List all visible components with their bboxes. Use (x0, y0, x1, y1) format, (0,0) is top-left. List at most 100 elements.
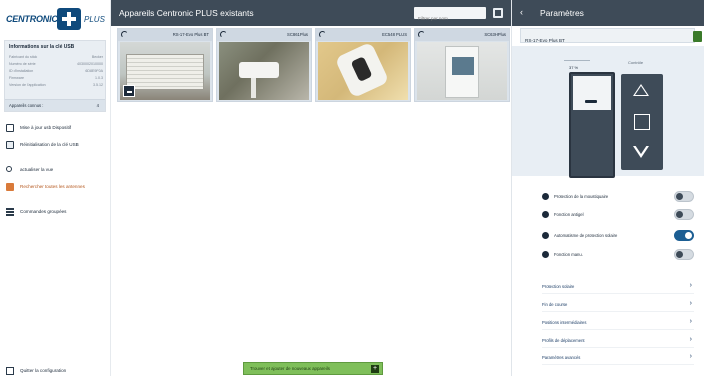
menu-quit-configuration[interactable]: Quitter la configuration (6, 365, 108, 376)
device-card-header: EC548 PLUS (316, 29, 410, 41)
find-and-add-devices-button[interactable]: Trouver et ajouter de nouveaux appareils… (243, 362, 383, 375)
device-image (318, 42, 408, 100)
menu-label: Mise à jour usb Dispositif (20, 125, 72, 130)
device-image (219, 42, 309, 100)
settings-link-end-position[interactable]: Fin de course › (542, 298, 694, 312)
level-indicator-line (564, 60, 590, 61)
shutter-position-slider[interactable] (569, 72, 615, 178)
usb-row-key: ID d'installation (9, 69, 34, 73)
toggle-label: Fonction manu. (554, 252, 583, 257)
device-name: RS-17-Evo Plus BT (172, 32, 209, 37)
search-icon (6, 166, 12, 172)
sensor-icon (418, 31, 425, 38)
toggle-label: Fonction antigel (554, 212, 584, 217)
settings-link-advanced[interactable]: Paramètres avancés › (542, 351, 694, 365)
menu-label: Réinitialisation de la clé USB (20, 142, 79, 147)
usb-row-value: 6D8E9F0A (85, 69, 103, 73)
chevron-right-icon: › (689, 318, 692, 325)
chevron-right-icon: › (689, 353, 692, 360)
usb-row-value: Becker (91, 55, 103, 59)
usb-info-title: Informations sur la clé USB (9, 44, 75, 50)
known-devices-label: Appareils connus : (9, 103, 44, 108)
shutter-control-zone: 37 % Contrôle (512, 46, 704, 178)
toggle-row: Fonction antigel (542, 209, 694, 221)
shutter-drag-handle[interactable] (585, 100, 597, 103)
panel-illustration (445, 46, 479, 98)
settings-link-sun-protection[interactable]: Protection solaire › (542, 280, 694, 294)
settings-link-travel-profiles[interactable]: Profils de déplacement › (542, 334, 694, 348)
remove-device-button[interactable] (123, 85, 135, 97)
toggle-knob (676, 211, 683, 218)
usb-row-value: 4030002010000 (77, 62, 103, 66)
menu-update-device[interactable]: Mise à jour usb Dispositif (6, 122, 108, 136)
sidebar: CENTRONIC PLUS Informations sur la clé U… (0, 0, 111, 376)
shutter-stop-button[interactable] (634, 114, 650, 130)
antifreeze-toggle[interactable] (674, 209, 694, 220)
settings-title: Paramètres (540, 8, 584, 18)
back-arrow-icon[interactable]: ‹ (520, 7, 523, 17)
sun-icon (542, 232, 549, 239)
device-card-header: RS-17-Evo Plus BT (118, 29, 212, 41)
usb-row: Version de l'application 3.5.12 (9, 83, 103, 89)
settings-panel: ‹ Paramètres 37 % Contrôle Protection de… (511, 0, 704, 376)
hand-icon (542, 251, 549, 258)
insect-protection-toggle[interactable] (674, 191, 694, 202)
menu-label: Rechercher toutes les antennes (20, 184, 85, 189)
shutter-control-pad (621, 74, 663, 170)
menu-group-commands[interactable]: Commandes groupées (6, 206, 108, 220)
logo-suffix: PLUS (84, 15, 105, 24)
snowflake-icon (542, 211, 549, 218)
centronic-plus-logo: CENTRONIC PLUS (6, 8, 106, 32)
monitor-icon (6, 124, 14, 132)
chevron-right-icon: › (689, 336, 692, 343)
usb-row-key: Version de l'application (9, 83, 46, 87)
menu-label: actualiser la vue (20, 167, 54, 172)
menu-label: Commandes groupées (20, 209, 67, 214)
usb-row: Firmware 1.0.3 (9, 76, 103, 82)
manual-function-toggle[interactable] (674, 249, 694, 260)
confirm-name-button[interactable] (693, 31, 702, 42)
device-card[interactable]: SC63HPlus (414, 28, 510, 102)
chevron-right-icon: › (689, 282, 692, 289)
usb-row: ID d'installation 6D8E9F0A (9, 69, 103, 75)
toggle-knob (685, 232, 692, 239)
device-card[interactable]: SC861Plus (216, 28, 312, 102)
grid-view-button[interactable] (493, 8, 503, 18)
usb-info-panel: Informations sur la clé USB Fabricant du… (4, 40, 106, 112)
devices-header: Appareils Centronic PLUS existants (111, 0, 511, 26)
settings-link-label: Profils de déplacement (542, 338, 585, 343)
device-card[interactable]: EC548 PLUS (315, 28, 411, 102)
device-card[interactable]: RS-17-Evo Plus BT (117, 28, 213, 102)
shutter-down-button[interactable] (633, 145, 649, 158)
remote-illustration (334, 42, 390, 99)
sensor-mast (251, 78, 256, 98)
exit-icon (6, 367, 14, 375)
settings-link-label: Fin de course (542, 302, 568, 307)
menu-search-antennas[interactable]: Rechercher toutes les antennes (6, 181, 108, 195)
settings-header: ‹ Paramètres (512, 0, 704, 26)
usb-row-value: 3.5.12 (93, 83, 103, 87)
filter-box (414, 7, 486, 25)
menu-refresh-view[interactable]: actualiser la vue (6, 164, 108, 178)
device-card-header: SC861Plus (217, 29, 311, 41)
sun-protection-toggle[interactable] (674, 230, 694, 241)
shutter-illustration (126, 54, 204, 90)
sensor-icon (220, 31, 227, 38)
wrench-icon (319, 31, 326, 38)
toggle-row: Protection de la moustiquaire (542, 191, 694, 203)
shutter-icon (121, 31, 128, 38)
page-title: Appareils Centronic PLUS existants (119, 8, 254, 18)
shutter-up-button[interactable] (633, 84, 649, 96)
menu-reset-usb[interactable]: Réinitialisation de la clé USB (6, 139, 108, 153)
usb-row-key: Numéro de série (9, 62, 36, 66)
toggle-label: Protection de la moustiquaire (554, 194, 609, 199)
toggle-row: Fonction manu. (542, 249, 694, 261)
device-image (120, 42, 210, 100)
device-card-header: SC63HPlus (415, 29, 509, 41)
mosquito-icon (542, 193, 549, 200)
sensor-illustration (239, 62, 279, 78)
filter-input[interactable] (414, 12, 486, 25)
settings-link-intermediate-positions[interactable]: Positions intermédiaires › (542, 316, 694, 330)
find-button-label: Trouver et ajouter de nouveaux appareils (250, 366, 330, 371)
usb-icon (6, 141, 14, 149)
